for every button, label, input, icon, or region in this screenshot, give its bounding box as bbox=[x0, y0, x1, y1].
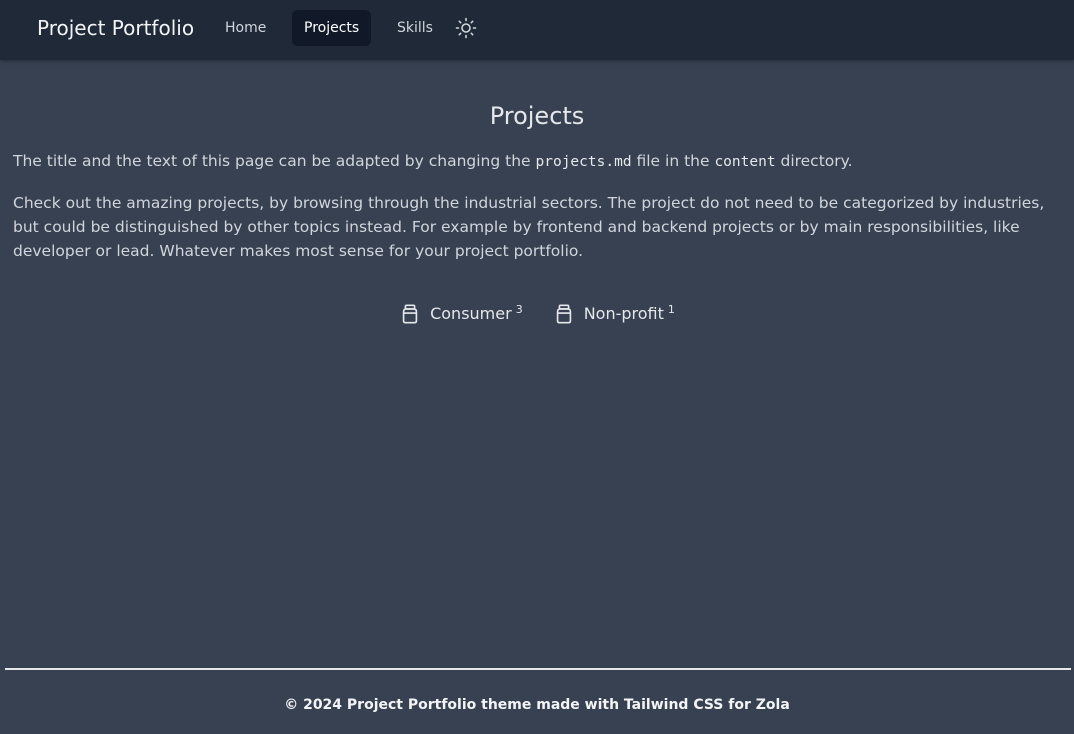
intro-paragraph: The title and the text of this page can … bbox=[13, 149, 1061, 174]
nav-link-home[interactable]: Home bbox=[213, 10, 278, 46]
intro-text-after: directory. bbox=[775, 152, 853, 170]
industry-tags: Consumer 3 Non-profit 1 bbox=[0, 302, 1074, 326]
nav-link-projects[interactable]: Projects bbox=[292, 10, 372, 46]
page-title: Projects bbox=[489, 102, 585, 130]
nav-link-skills[interactable]: Skills bbox=[385, 10, 445, 46]
tag-count: 3 bbox=[515, 303, 523, 316]
intro-dir-code: content bbox=[714, 154, 776, 170]
sun-icon[interactable] bbox=[454, 16, 478, 40]
intro-text-middle: file in the bbox=[631, 152, 715, 170]
site-brand[interactable]: Project Portfolio bbox=[37, 15, 194, 41]
footer-text: © 2024 Project Portfolio theme made with… bbox=[284, 697, 790, 713]
tag-non-profit[interactable]: Non-profit 1 bbox=[553, 302, 675, 326]
navbar: Project Portfolio Home Projects Skills bbox=[0, 0, 1074, 60]
tag-count: 1 bbox=[667, 303, 675, 316]
tag-consumer[interactable]: Consumer 3 bbox=[399, 302, 523, 326]
tag-label: Non-profit bbox=[583, 304, 664, 323]
jar-icon bbox=[556, 304, 571, 324]
intro-text-before: The title and the text of this page can … bbox=[13, 152, 536, 170]
jar-icon bbox=[402, 304, 418, 324]
description-paragraph: Check out the amazing projects, by brows… bbox=[13, 194, 1045, 260]
tag-label: Consumer bbox=[430, 304, 512, 323]
intro-file-code: projects.md bbox=[535, 154, 632, 170]
footer-divider bbox=[5, 668, 1071, 670]
